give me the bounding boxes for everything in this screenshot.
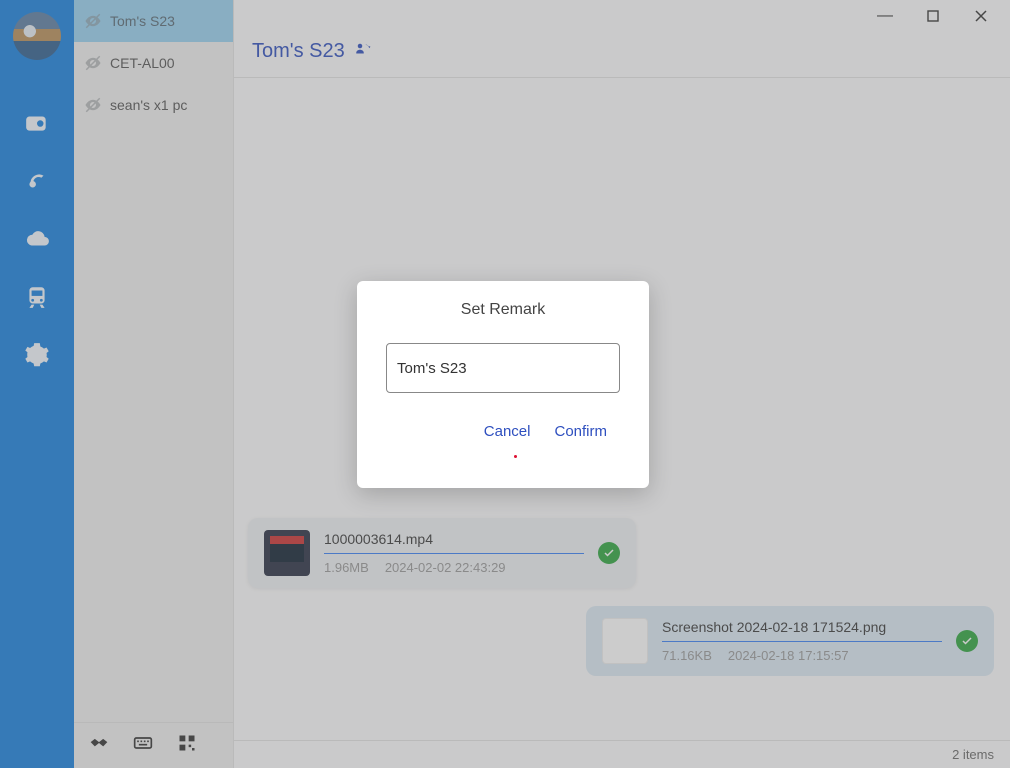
set-remark-dialog: Set Remark Cancel Confirm [357, 281, 649, 488]
cancel-button[interactable]: Cancel [484, 423, 531, 440]
dialog-title: Set Remark [461, 301, 545, 319]
confirm-button[interactable]: Confirm [554, 423, 607, 440]
dialog-actions: Cancel Confirm [385, 423, 621, 440]
cursor-dot [514, 455, 517, 458]
remark-input[interactable] [386, 343, 620, 393]
